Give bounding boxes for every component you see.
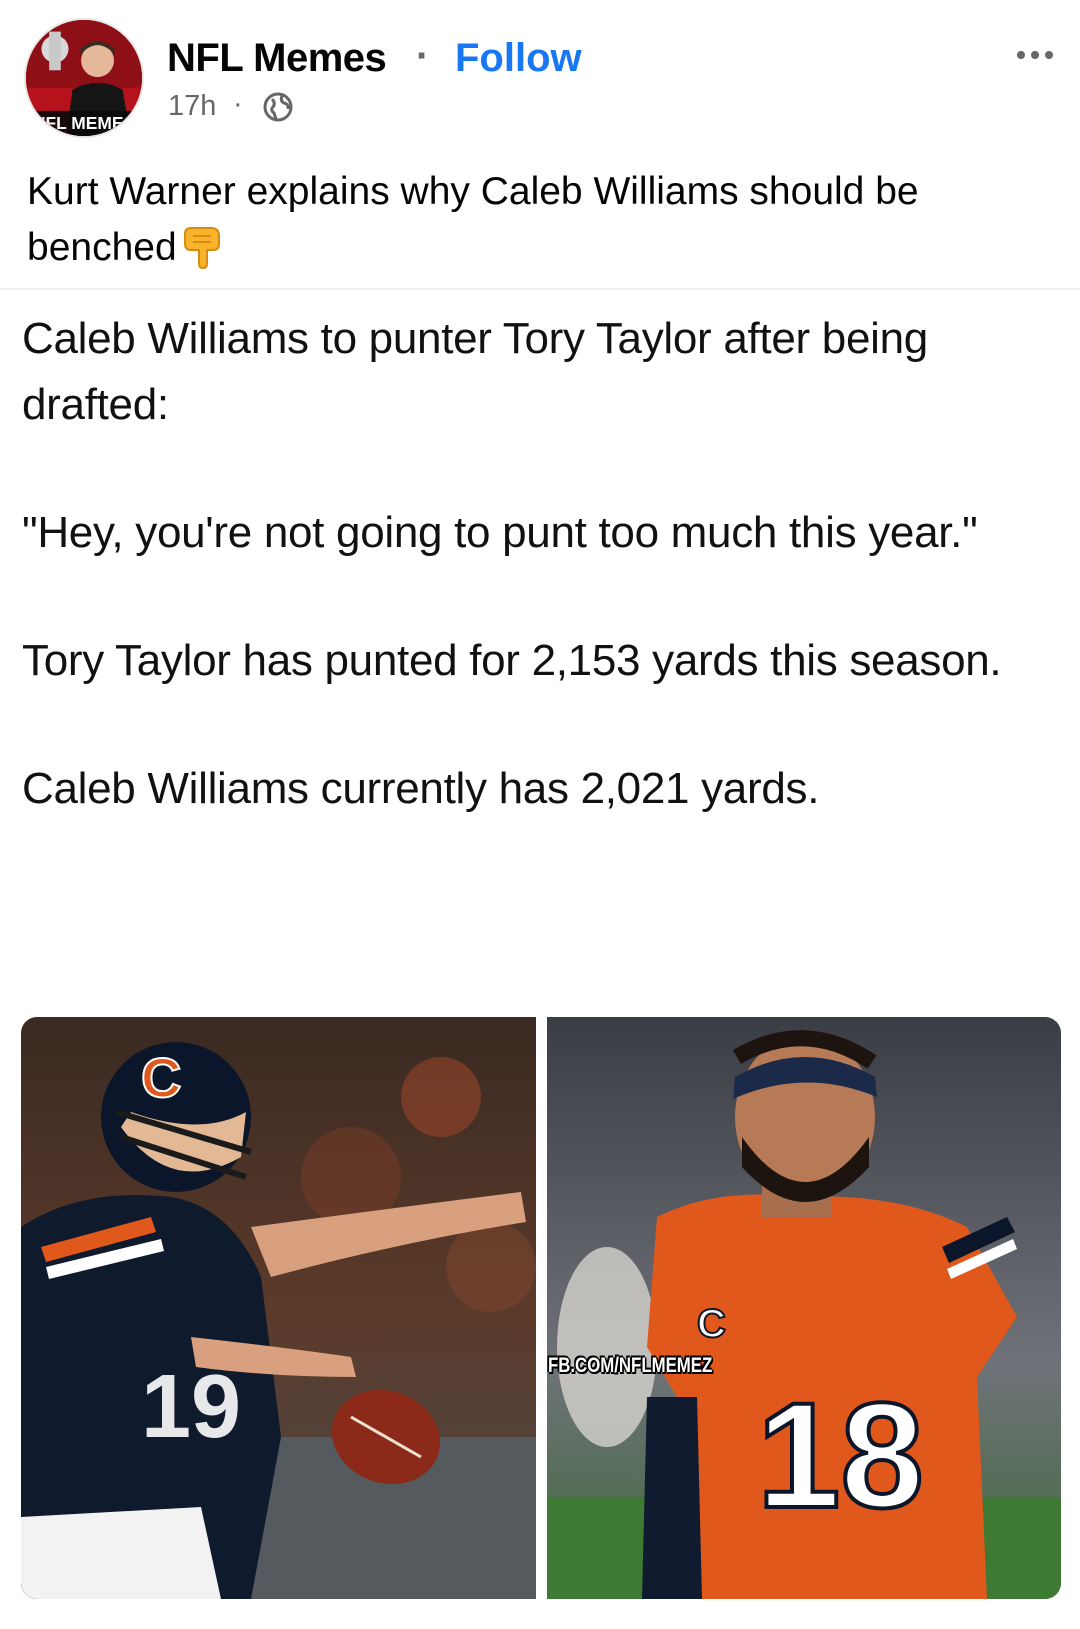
avatar-image: NFL MEMES [26,20,142,136]
left-jersey-number: 19 [141,1357,241,1457]
caption-text: Kurt Warner explains why Caleb Williams … [27,170,919,269]
more-dot [1031,51,1039,59]
tweet-paragraph: "Hey, you're not going to punt too much … [22,508,978,557]
name-separator: · [416,34,430,78]
page-avatar[interactable]: NFL MEMES [24,18,144,138]
more-options-icon[interactable] [1010,40,1060,70]
svg-text:C: C [697,1302,726,1346]
right-jersey-number: 18 [757,1371,924,1539]
follow-button[interactable]: Follow [455,36,582,81]
tweet-paragraph: Caleb Williams currently has 2,021 yards… [22,764,820,813]
pointing-down-hand-emoji [183,227,220,270]
tweet-screenshot-text: Caleb Williams to punter Tory Taylor aft… [22,306,1052,884]
avatar-text: NFL MEMES [33,113,135,133]
time-separator: · [233,88,243,120]
post-caption: Kurt Warner explains why Caleb Williams … [27,164,1047,276]
page-name[interactable]: NFL Memes [167,36,387,81]
more-dot [1045,51,1053,59]
punter-photo[interactable]: C 19 [21,1017,536,1599]
tweet-paragraph: Tory Taylor has punted for 2,153 yards t… [22,636,1002,685]
quarterback-photo[interactable]: 18 C [547,1017,1061,1599]
tweet-paragraph: Caleb Williams to punter Tory Taylor aft… [22,314,928,429]
caption-divider [0,288,1080,290]
more-dot [1017,51,1025,59]
post-images[interactable]: C 19 18 C [21,1017,1061,1599]
globe-icon [263,92,293,122]
image-watermark: FB.COM/NFLMEMEZ [548,1354,713,1377]
svg-text:C: C [141,1046,181,1109]
post-time[interactable]: 17h [168,90,216,123]
post-header: NFL MEMES NFL Memes · Follow 17h · [0,0,1080,150]
